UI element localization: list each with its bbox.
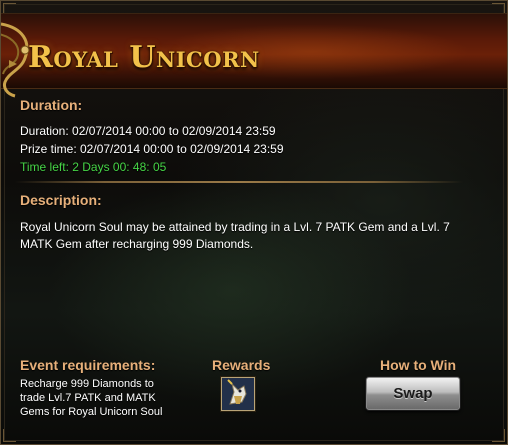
duration-heading: Duration: [20, 97, 83, 113]
frame-corner [3, 429, 16, 442]
title-banner: Royal Unicorn [1, 13, 507, 98]
event-title: Royal Unicorn [28, 40, 260, 75]
event-panel: Royal Unicorn Duration: Duration: 02/07/… [0, 0, 508, 445]
description-heading: Description: [20, 192, 102, 208]
frame-corner [492, 429, 505, 442]
royal-unicorn-soul-icon [222, 378, 254, 410]
prize-time-line: Prize time: 02/07/2014 00:00 to 02/09/20… [20, 142, 284, 156]
duration-line: Duration: 02/07/2014 00:00 to 02/09/2014… [20, 124, 276, 138]
requirements-text: Recharge 999 Diamonds to trade Lvl.7 PAT… [20, 378, 163, 418]
swap-button[interactable]: Swap [366, 377, 460, 410]
requirements-heading: Event requirements: [20, 357, 156, 373]
rewards-heading: Rewards [212, 357, 271, 373]
time-left: Time left: 2 Days 00: 48: 05 [20, 160, 167, 174]
how-to-win-heading: How to Win [380, 357, 457, 373]
description-text: Royal Unicorn Soul may be attained by tr… [20, 220, 450, 251]
section-divider [15, 181, 463, 183]
reward-item-slot[interactable] [221, 377, 255, 411]
